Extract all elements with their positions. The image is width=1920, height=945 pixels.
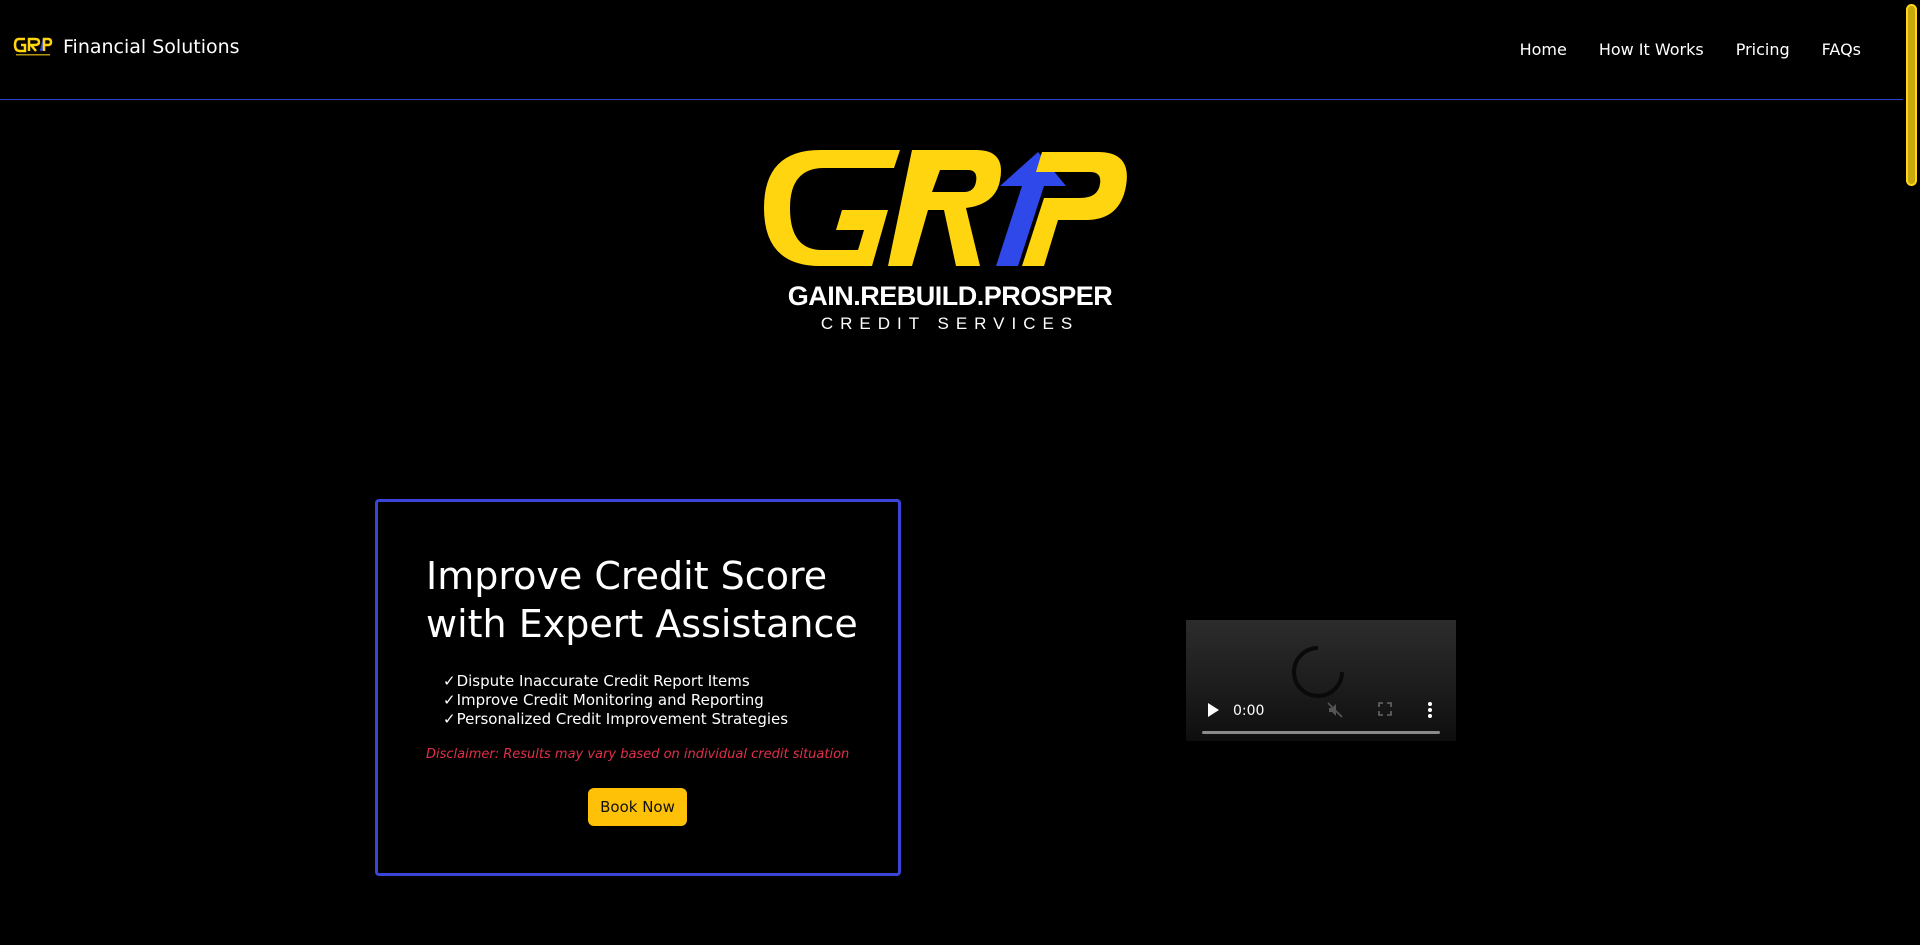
feature-text: Dispute Inaccurate Credit Report Items — [456, 672, 750, 690]
play-icon[interactable] — [1206, 702, 1220, 722]
scrollbar[interactable] — [1903, 0, 1920, 945]
list-item: ✓Improve Credit Monitoring and Reporting — [443, 691, 788, 710]
brand[interactable]: Financial Solutions — [13, 35, 240, 59]
fullscreen-icon[interactable] — [1377, 701, 1393, 721]
disclaimer: Disclaimer: Results may vary based on in… — [426, 747, 850, 762]
card-title: Improve Credit Score with Expert Assista… — [426, 554, 858, 646]
list-item: ✓Personalized Credit Improvement Strateg… — [443, 710, 788, 729]
video-player[interactable]: 0:00 — [1186, 620, 1456, 741]
navbar: Financial Solutions Home How It Works Pr… — [0, 0, 1903, 100]
book-now-button[interactable]: Book Now — [588, 788, 687, 826]
feature-list: ✓Dispute Inaccurate Credit Report Items … — [443, 672, 788, 729]
feature-text: Improve Credit Monitoring and Reporting — [456, 691, 764, 709]
nav-links: Home How It Works Pricing FAQs — [1488, 40, 1861, 59]
hero-tagline: GAIN.REBUILD.PROSPER — [787, 281, 1113, 311]
video-controls: 0:00 — [1186, 693, 1456, 741]
nav-link-pricing[interactable]: Pricing — [1736, 40, 1790, 59]
brand-name: Financial Solutions — [63, 35, 240, 58]
nav-link-how-it-works[interactable]: How It Works — [1599, 40, 1704, 59]
video-progress-bar[interactable] — [1202, 731, 1440, 734]
mute-icon[interactable] — [1326, 701, 1344, 723]
check-icon: ✓ — [443, 710, 456, 728]
page: Financial Solutions Home How It Works Pr… — [0, 0, 1920, 945]
check-icon: ✓ — [443, 691, 456, 709]
video-time: 0:00 — [1233, 703, 1265, 719]
list-item: ✓Dispute Inaccurate Credit Report Items — [443, 672, 788, 691]
feature-text: Personalized Credit Improvement Strategi… — [456, 710, 789, 728]
more-icon[interactable] — [1427, 701, 1433, 723]
check-icon: ✓ — [443, 672, 456, 690]
hero-subtag: CREDIT SERVICES — [820, 314, 1080, 333]
scrollbar-thumb[interactable] — [1906, 4, 1917, 186]
nav-link-faqs[interactable]: FAQs — [1822, 40, 1861, 59]
info-card: Improve Credit Score with Expert Assista… — [375, 499, 901, 876]
brand-logo — [13, 37, 53, 56]
nav-link-home[interactable]: Home — [1520, 40, 1567, 59]
